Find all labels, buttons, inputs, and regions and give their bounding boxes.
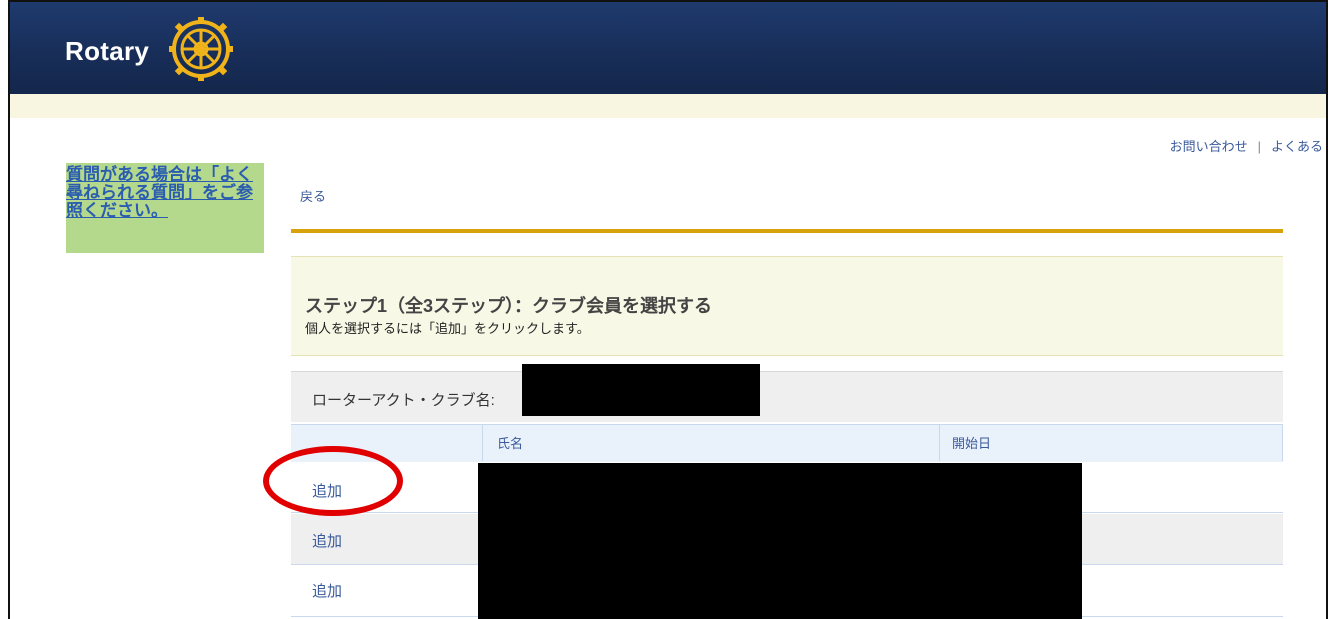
column-header-name[interactable]: 氏名 — [497, 433, 523, 452]
header-column-divider — [1282, 424, 1283, 461]
faq-help-link[interactable]: 質問がある場合は「よく尋ねられる質問」をご参照ください。 — [66, 166, 262, 220]
rotary-wheel-icon — [169, 17, 233, 81]
site-header: Rotary — [10, 2, 1326, 94]
club-name-label: ローターアクト・クラブ名: — [312, 392, 495, 409]
rotary-logo-text[interactable]: Rotary — [65, 36, 149, 67]
header-column-divider — [482, 424, 483, 461]
back-link[interactable]: 戻る — [300, 186, 326, 205]
utility-bar — [10, 94, 1326, 118]
add-member-button[interactable]: 追加 — [312, 530, 342, 551]
step-title: ステップ1（全3ステップ）：クラブ会員を選択する — [305, 296, 713, 316]
contact-link[interactable]: お問い合わせ — [1170, 139, 1248, 154]
step-instructions: 個人を選択するには「追加」をクリックします。 — [305, 321, 590, 336]
section-divider — [291, 229, 1283, 233]
redacted-club-name — [522, 364, 760, 416]
faq-link[interactable]: よくある — [1271, 139, 1323, 154]
utility-links: お問い合わせ | よくある — [1170, 136, 1323, 155]
column-header-start-date[interactable]: 開始日 — [952, 433, 991, 452]
utility-separator: | — [1257, 139, 1261, 154]
frame-border-left — [8, 0, 10, 619]
highlight-circle-annotation — [263, 446, 403, 516]
add-member-button[interactable]: 追加 — [312, 580, 342, 601]
table-header — [291, 424, 1283, 463]
header-column-divider — [939, 424, 940, 461]
frame-border-right — [1326, 0, 1328, 619]
redacted-member-list — [478, 463, 1082, 619]
